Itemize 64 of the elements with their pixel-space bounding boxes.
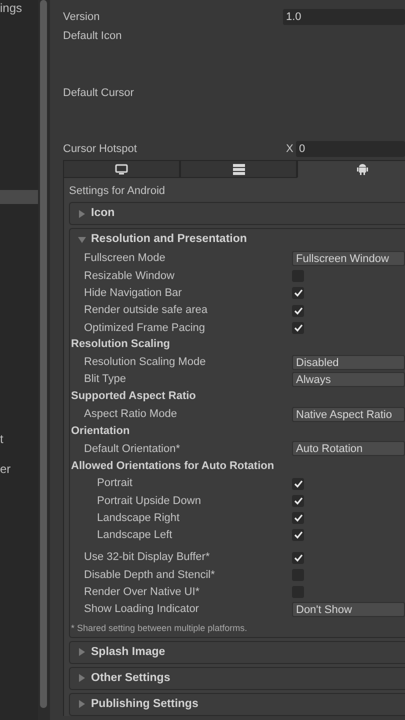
setting-label: Resolution Scaling Mode: [83, 355, 207, 370]
platform-tab[interactable]: [63, 160, 180, 178]
collapsed-triangle-icon[interactable]: [78, 674, 86, 682]
dropdown[interactable]: Always: [292, 372, 405, 388]
stacked-bars-icon: [232, 164, 244, 174]
group-heading: Supported Aspect Ratio: [70, 389, 197, 404]
field-label: Cursor Hotspot: [63, 142, 138, 157]
setting-label: Landscape Right: [96, 510, 181, 526]
checkbox[interactable]: [292, 529, 304, 542]
setting-label: Blit Type: [83, 372, 127, 388]
checkbox[interactable]: [292, 322, 304, 334]
section-title[interactable]: Splash Image: [91, 644, 166, 661]
scrollbar-thumb[interactable]: [40, 0, 47, 708]
collapsed-triangle-icon[interactable]: [78, 210, 86, 218]
expanded-triangle-icon[interactable]: [78, 236, 86, 244]
collapsed-triangle-icon[interactable]: [78, 700, 86, 708]
field-label: Version: [63, 10, 101, 25]
dropdown[interactable]: Disabled: [292, 354, 405, 370]
setting-label: Portrait: [96, 476, 134, 492]
setting-label: Optimized Frame Pacing: [83, 320, 206, 336]
dropdown[interactable]: Fullscreen Window: [292, 251, 405, 266]
setting-label: Use 32-bit Display Buffer*: [83, 550, 211, 566]
section-title[interactable]: Other Settings: [91, 670, 170, 687]
setting-label: Aspect Ratio Mode: [83, 407, 178, 422]
sidebar-item[interactable]: er: [0, 462, 38, 476]
section-title[interactable]: Publishing Settings: [91, 696, 198, 713]
setting-label: Render Over Native UI*: [83, 585, 201, 600]
axis-label: X: [285, 142, 294, 157]
setting-label: Resizable Window: [83, 268, 176, 284]
setting-label: Show Loading Indicator: [83, 602, 200, 618]
setting-label: Render outside safe area: [83, 303, 209, 318]
group-heading: Allowed Orientations for Auto Rotation: [70, 458, 276, 474]
platform-tab[interactable]: [297, 160, 405, 178]
checkbox[interactable]: [292, 478, 304, 490]
setting-label: Portrait Upside Down: [96, 494, 202, 509]
checkbox[interactable]: [292, 287, 304, 300]
group-heading: Orientation: [70, 424, 131, 439]
section-title[interactable]: Icon: [91, 204, 115, 222]
setting-label: Disable Depth and Stencil*: [83, 568, 216, 583]
platform-tab[interactable]: [180, 160, 297, 178]
monitor-icon: [115, 164, 128, 174]
dropdown[interactable]: Native Aspect Ratio: [292, 406, 405, 422]
panel-title: Settings for Android: [69, 184, 166, 199]
robot-icon: [356, 163, 368, 175]
field-label: Default Cursor: [63, 86, 135, 101]
footnote: * Shared setting between multiple platforms.: [70, 622, 248, 636]
section-title[interactable]: Resolution and Presentation: [91, 230, 247, 248]
setting-label: Landscape Left: [96, 528, 174, 544]
checkbox[interactable]: [292, 512, 304, 524]
group-heading: Resolution Scaling: [70, 337, 172, 352]
setting-label: Hide Navigation Bar: [83, 286, 183, 301]
number-field[interactable]: 0: [296, 141, 405, 157]
checkbox[interactable]: [292, 304, 304, 317]
dropdown[interactable]: Auto Rotation: [292, 441, 405, 456]
sidebar-item[interactable]: ings: [0, 1, 38, 15]
setting-label: Default Orientation*: [83, 442, 181, 457]
setting-label: Fullscreen Mode: [83, 251, 166, 266]
sidebar-item[interactable]: t: [0, 432, 38, 446]
field-label: Default Icon: [63, 29, 123, 44]
dropdown[interactable]: Don't Show: [292, 602, 405, 618]
collapsed-triangle-icon[interactable]: [78, 648, 86, 656]
checkbox[interactable]: [292, 494, 304, 507]
text-field[interactable]: 1.0: [283, 9, 405, 25]
checkbox[interactable]: [292, 552, 304, 564]
